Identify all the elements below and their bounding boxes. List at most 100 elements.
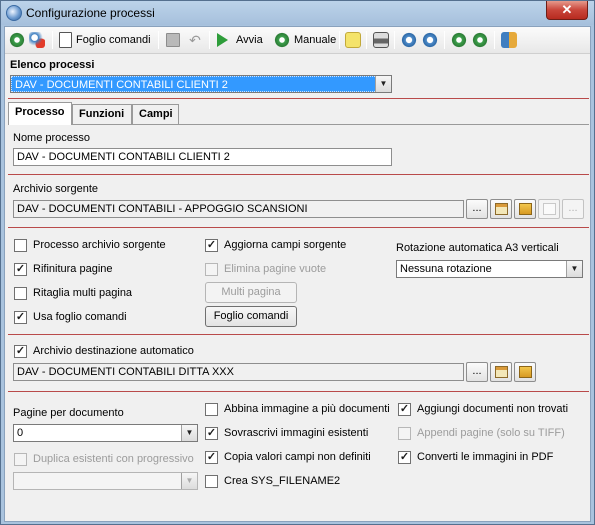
folder-icon (518, 203, 532, 215)
converti-pdf-checkbox[interactable]: ✓ Converti le immagini in PDF (398, 450, 553, 464)
multi-pagina-button[interactable]: Multi pagina (205, 282, 297, 303)
move-up-button[interactable] (472, 30, 488, 50)
sovrascrivi-immagini-checkbox[interactable]: ✓ Sovrascrivi immagini esistenti (205, 426, 368, 440)
add-gear-icon (9, 32, 25, 48)
arrow-up-icon (472, 32, 488, 48)
processo-archivio-checkbox[interactable]: Processo archivio sorgente (14, 238, 166, 252)
undo-icon: ↶ (189, 32, 201, 48)
nome-processo-input[interactable]: DAV - DOCUMENTI CONTABILI CLIENTI 2 (13, 148, 392, 166)
usa-foglio-comandi-checkbox[interactable]: ✓ Usa foglio comandi (14, 310, 127, 324)
add-process-button[interactable] (9, 30, 25, 50)
notes-button[interactable] (345, 30, 361, 50)
toolbar-separator (494, 31, 495, 49)
checkbox-label: Crea SYS_FILENAME2 (224, 475, 341, 487)
exit-button[interactable] (501, 30, 517, 50)
print-button[interactable] (373, 30, 389, 50)
checkbox-label: Sovrascrivi immagini esistenti (224, 427, 369, 439)
toolbar-separator (158, 31, 159, 49)
divider (8, 98, 589, 99)
checkbox-label: Converti le immagini in PDF (417, 451, 554, 463)
crea-sys-filename-checkbox[interactable]: Crea SYS_FILENAME2 (205, 474, 340, 488)
manual-gear-icon (274, 32, 290, 48)
toolbar-separator (366, 31, 367, 49)
foglio-comandi-label: Foglio comandi (76, 34, 151, 46)
tab-panel-border (8, 124, 589, 125)
checkbox-label: Elimina pagine vuote (224, 263, 327, 275)
destinazione-browse-button[interactable]: ... (466, 362, 488, 382)
abbina-immagine-checkbox[interactable]: Abbina immagine a più documenti (205, 402, 390, 416)
title-bar[interactable]: Configurazione processi ✕ (1, 1, 594, 25)
tab-funzioni[interactable]: Funzioni (72, 104, 132, 124)
checkbox-label: Usa foglio comandi (33, 311, 127, 323)
stop-icon (166, 33, 180, 47)
checkbox-box: ✓ (205, 450, 218, 464)
checkbox-box: ✓ (398, 450, 411, 464)
duplica-select[interactable]: ▼ (13, 472, 198, 490)
grid-icon (494, 366, 508, 378)
stop-button[interactable] (166, 30, 180, 50)
toolbar-separator (444, 31, 445, 49)
import-button[interactable] (401, 30, 417, 50)
duplica-esistenti-checkbox[interactable]: Duplica esistenti con progressivo (14, 452, 194, 466)
toolbar-separator (52, 31, 53, 49)
printer-icon (373, 32, 389, 48)
window-title: Configurazione processi (26, 6, 155, 20)
toolbar-separator (339, 31, 340, 49)
checkbox-label: Duplica esistenti con progressivo (33, 453, 194, 465)
foglio-comandi-button-2[interactable]: Foglio comandi (205, 306, 297, 327)
archivio-grid-button[interactable] (490, 199, 512, 219)
add-item-button[interactable] (451, 30, 467, 50)
checkbox-box: ✓ (205, 426, 218, 440)
checkbox-box (14, 286, 27, 300)
destinazione-grid-button[interactable] (490, 362, 512, 382)
nome-processo-label: Nome processo (13, 132, 91, 144)
archivio-more-button[interactable]: ... (562, 199, 584, 219)
dialog-client: Foglio comandi ↶ Avvia Manuale Elenco pr… (4, 26, 591, 522)
foglio-comandi-button[interactable]: Foglio comandi (59, 30, 151, 50)
toolbar: Foglio comandi ↶ Avvia Manuale (5, 27, 590, 54)
destinazione-folder-button[interactable] (514, 362, 536, 382)
archivio-browse-button[interactable]: ... (466, 199, 488, 219)
tab-campi[interactable]: Campi (132, 104, 179, 124)
rotazione-value: Nessuna rotazione (400, 263, 492, 275)
archivio-destinazione-checkbox[interactable]: ✓ Archivio destinazione automatico (14, 344, 194, 358)
elimina-pagine-checkbox[interactable]: Elimina pagine vuote (205, 262, 326, 276)
manuale-button[interactable]: Manuale (274, 30, 336, 50)
dialog-window: Configurazione processi ✕ Foglio comandi… (0, 0, 595, 525)
avvia-button[interactable]: Avvia (217, 30, 263, 50)
aggiorna-campi-checkbox[interactable]: ✓ Aggiorna campi sorgente (205, 238, 346, 252)
close-button[interactable]: ✕ (546, 1, 588, 20)
elenco-processi-label: Elenco processi (10, 59, 95, 71)
checkbox-box (205, 474, 218, 488)
tab-processo[interactable]: Processo (8, 102, 72, 125)
chevron-down-icon: ▼ (181, 425, 197, 441)
checkbox-box (205, 262, 218, 276)
archivio-folder-button[interactable] (514, 199, 536, 219)
delete-process-button[interactable] (29, 30, 45, 50)
grid-icon (494, 203, 508, 215)
undo-button[interactable]: ↶ (187, 30, 203, 50)
archivio-clear-button[interactable] (538, 199, 560, 219)
archivio-destinazione-field: DAV - DOCUMENTI CONTABILI DITTA XXX (13, 363, 464, 381)
checkbox-label: Appendi pagine (solo su TIFF) (417, 427, 565, 439)
aggiungi-documenti-checkbox[interactable]: ✓ Aggiungi documenti non trovati (398, 402, 568, 416)
app-gear-icon (6, 5, 22, 21)
checkbox-label: Archivio destinazione automatico (33, 345, 194, 357)
blank-icon (542, 203, 556, 215)
pagine-per-documento-select[interactable]: 0 ▼ (13, 424, 198, 442)
appendi-pagine-checkbox[interactable]: Appendi pagine (solo su TIFF) (398, 426, 565, 440)
export-gear-button[interactable] (422, 30, 438, 50)
checkbox-box (205, 402, 218, 416)
avvia-label: Avvia (236, 34, 263, 46)
rotazione-select[interactable]: Nessuna rotazione ▼ (396, 260, 583, 278)
checkbox-box (398, 426, 411, 440)
pagine-per-documento-label: Pagine per documento (13, 407, 124, 419)
toolbar-separator (209, 31, 210, 49)
remove-gear-icon (29, 32, 45, 48)
rifinitura-pagine-checkbox[interactable]: ✓ Rifinitura pagine (14, 262, 113, 276)
copia-valori-checkbox[interactable]: ✓ Copia valori campi non definiti (205, 450, 371, 464)
elenco-processi-select[interactable]: DAV - DOCUMENTI CONTABILI CLIENTI 2 ▼ (10, 75, 392, 93)
ritaglia-multi-pagina-checkbox[interactable]: Ritaglia multi pagina (14, 286, 132, 300)
checkbox-label: Ritaglia multi pagina (33, 287, 133, 299)
checkbox-label: Aggiorna campi sorgente (224, 239, 347, 251)
